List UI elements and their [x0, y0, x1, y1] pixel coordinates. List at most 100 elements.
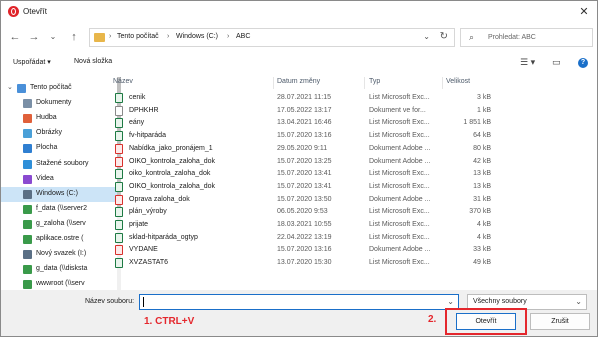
refresh-icon[interactable]: ↻ — [440, 31, 448, 42]
file-row[interactable]: eány 13.04.2021 16:46 List Microsoft Exc..… — [109, 117, 593, 129]
file-row[interactable]: sklad-hitparáda_ogtyp 22.04.2022 13:19 Lis… — [109, 232, 593, 244]
help-icon[interactable]: ? — [578, 58, 588, 68]
music-icon — [23, 114, 32, 124]
file-size: 4 kB — [476, 233, 491, 241]
search-box[interactable]: ⌕ Prohledat: ABC — [460, 28, 593, 47]
desktop-icon — [23, 144, 32, 154]
cancel-button[interactable]: Zrušit — [530, 313, 590, 330]
file-size: 3 kB — [476, 94, 491, 101]
filename-input[interactable]: ⌄ — [139, 294, 459, 310]
column-header-type[interactable]: Typ — [369, 78, 380, 85]
sidebar-item-label: Hudba — [36, 114, 57, 122]
sidebar-item[interactable]: ⌄ Tento počítač — [1, 81, 117, 96]
network-drive-icon — [23, 280, 32, 290]
annotation-step-1: 1. CTRL+V — [144, 316, 195, 327]
sidebar-item[interactable]: Nový svazek (I:) — [1, 247, 117, 262]
sidebar-item-label: Nový svazek (I:) — [36, 250, 87, 258]
file-row[interactable]: prijate 18.03.2021 10:55 List Microsoft Ex… — [109, 219, 593, 231]
preview-pane-icon[interactable]: ▭ — [552, 57, 561, 68]
network-drive-icon — [23, 265, 32, 275]
documents-icon — [23, 99, 32, 109]
annotation-step-2: 2. — [428, 314, 437, 325]
file-row[interactable]: Oprava zaloha_dok 15.07.2020 13:50 Dokumen… — [109, 194, 593, 206]
opera-icon — [8, 6, 19, 17]
sidebar-item[interactable]: Stažené soubory — [1, 157, 117, 172]
file-row[interactable]: VYDANE 15.07.2020 13:16 Dokument Adobe ...… — [109, 244, 593, 256]
view-options-icon[interactable]: ☰ ▾ — [520, 57, 535, 68]
file-name: Nabídka_jako_pronájem_1 — [129, 144, 213, 152]
dialog-footer: Název souboru: ⌄ Všechny soubory ⌄ 1. CT… — [1, 290, 597, 336]
file-type: List Microsoft Exc... — [369, 221, 430, 228]
file-row[interactable]: oiko_kontrola_zaloha_dok 15.07.2020 13:41… — [109, 168, 593, 180]
sidebar-item-label: aplikace.ostre ( — [36, 235, 84, 242]
file-date: 29.05.2020 9:11 — [277, 144, 328, 152]
pdf-file-icon — [115, 245, 123, 256]
recent-locations-icon[interactable]: ⌄ — [46, 30, 60, 44]
back-arrow-icon[interactable]: ← — [8, 30, 22, 44]
file-row[interactable]: XVZASTAT6 13.07.2020 15:30 List Microsoft … — [109, 257, 593, 269]
sidebar-item[interactable]: Windows (C:) — [1, 186, 117, 202]
file-date: 15.07.2020 13:41 — [277, 182, 332, 190]
file-name: fv-hitparáda — [129, 132, 166, 140]
file-date: 06.05.2020 9:53 — [277, 208, 328, 216]
toolbar: Uspořádat ▾ Nová složka ☰ ▾ ▭ ? — [1, 53, 597, 73]
forward-arrow-icon[interactable]: → — [27, 30, 41, 44]
address-bar[interactable]: › Tento počítač › Windows (C:) › ABC ⌄ ↻ — [89, 28, 455, 47]
file-name: DPHKHR — [129, 106, 159, 114]
text-caret — [143, 297, 144, 307]
videos-icon — [23, 174, 32, 184]
file-list: Název Datum změny Typ Velikost cenik 28.0… — [109, 77, 593, 290]
sidebar-item-label: g_zaloha (\\serv — [36, 219, 86, 227]
excel-file-icon — [115, 181, 123, 192]
column-header-date[interactable]: Datum změny — [277, 78, 320, 85]
file-row[interactable]: plán_výroby 06.05.2020 9:53 List Microsoft… — [109, 206, 593, 218]
file-date: 15.07.2020 13:16 — [277, 132, 332, 140]
up-arrow-icon[interactable]: ↑ — [67, 30, 81, 44]
file-row[interactable]: cenik 28.07.2021 11:15 List Microsoft Exc.… — [109, 92, 593, 104]
pdf-file-icon — [115, 156, 123, 167]
breadcrumb-abc[interactable]: ABC — [236, 33, 250, 40]
network-drive-icon — [23, 204, 32, 214]
file-date: 15.07.2020 13:41 — [277, 170, 332, 178]
search-icon: ⌕ — [469, 32, 475, 42]
column-header-name[interactable]: Název — [113, 78, 133, 85]
new-folder-button[interactable]: Nová složka — [74, 58, 112, 65]
sidebar-item[interactable]: Dokumenty — [1, 96, 117, 111]
organize-menu[interactable]: Uspořádat ▾ — [13, 58, 51, 66]
window-title: Otevřít — [23, 7, 48, 16]
file-date: 17.05.2022 13:17 — [277, 106, 332, 114]
breadcrumb-windows-c[interactable]: Windows (C:) — [176, 33, 218, 40]
column-header-size[interactable]: Velikost — [446, 78, 470, 85]
open-button[interactable]: Otevřít — [456, 313, 516, 330]
sidebar-item[interactable]: Hudba — [1, 111, 117, 126]
file-size: 13 kB — [473, 170, 491, 178]
file-type: List Microsoft Exc... — [369, 233, 430, 241]
expand-icon[interactable]: ⌄ — [7, 83, 13, 91]
file-type: List Microsoft Exc... — [369, 182, 430, 190]
file-row[interactable]: DPHKHR 17.05.2022 13:17 Dokument ve for...… — [109, 105, 593, 117]
file-row[interactable]: OIKO_kontrola_zaloha_dok 15.07.2020 13:25… — [109, 156, 593, 168]
file-row[interactable]: Nabídka_jako_pronájem_1 29.05.2020 9:11 Do… — [109, 143, 593, 155]
file-row[interactable]: OIKO_kontrola_zaloha_dok 15.07.2020 13:41… — [109, 181, 593, 193]
file-name: plán_výroby — [129, 208, 167, 216]
navigation-pane: ⌄ Tento počítač Dokumenty Hudba Obrázky Ploch… — [1, 77, 121, 290]
close-button[interactable]: ✕ — [577, 5, 591, 19]
excel-file-icon — [115, 232, 123, 243]
sidebar-item[interactable]: g_data (\\disksta — [1, 262, 117, 277]
file-size: 49 kB — [473, 259, 491, 267]
sidebar-item[interactable]: f_data (\\server2 — [1, 202, 117, 217]
file-type: Dokument Adobe ... — [369, 157, 431, 165]
chevron-down-icon[interactable]: ⌄ — [423, 32, 430, 41]
search-placeholder: Prohledat: ABC — [488, 34, 536, 41]
sidebar-item[interactable]: aplikace.ostre ( — [1, 232, 117, 247]
sidebar-item[interactable]: g_zaloha (\\serv — [1, 217, 117, 232]
sidebar-item[interactable]: Plocha — [1, 141, 117, 156]
chevron-down-icon[interactable]: ⌄ — [447, 297, 454, 306]
downloads-icon — [23, 159, 32, 169]
sidebar-item[interactable]: Obrázky — [1, 126, 117, 141]
sidebar-item[interactable]: Videa — [1, 172, 117, 187]
file-type: Dokument Adobe ... — [369, 144, 431, 152]
breadcrumb-this-pc[interactable]: Tento počítač — [117, 33, 159, 40]
file-row[interactable]: fv-hitparáda 15.07.2020 13:16 List Microso… — [109, 130, 593, 142]
sidebar-item[interactable]: wwwroot (\\serv — [1, 277, 117, 290]
